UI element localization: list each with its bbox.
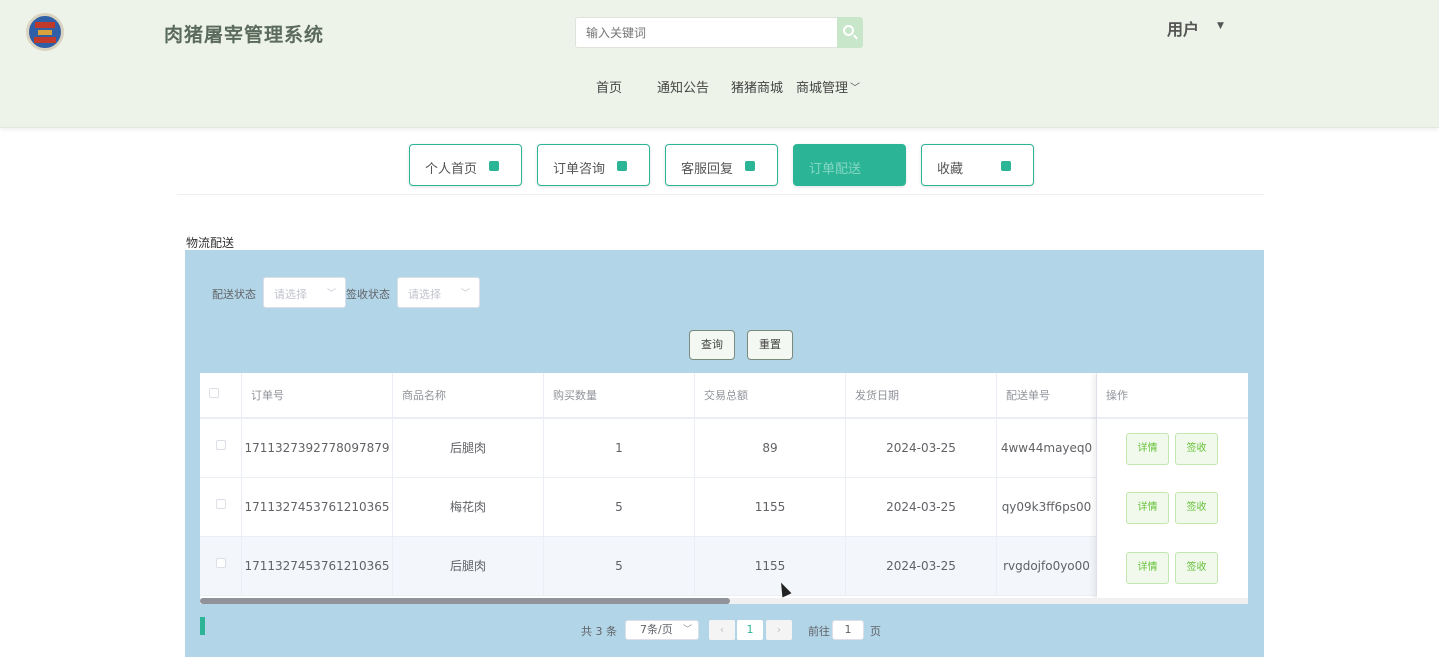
query-button[interactable]: 查询 xyxy=(689,330,735,360)
reset-button[interactable]: 重置 xyxy=(747,330,793,360)
detail-button[interactable]: 详情 xyxy=(1126,433,1169,465)
row-checkbox[interactable] xyxy=(216,558,226,568)
cell-ship-date: 2024-03-25 xyxy=(846,478,997,537)
detail-button[interactable]: 详情 xyxy=(1126,492,1169,524)
goto-page-input[interactable]: 1 xyxy=(832,620,864,640)
accent-bar xyxy=(200,617,205,635)
page-size-select[interactable]: 7条/页 ﹀ xyxy=(625,620,699,640)
col-header-quantity: 购买数量 xyxy=(544,373,695,419)
cell-total: 89 xyxy=(695,419,846,478)
header-checkbox-cell xyxy=(200,373,242,419)
col-header-tracking-no: 配送单号 xyxy=(997,373,1097,419)
table-row xyxy=(200,419,242,478)
col-header-actions: 操作 xyxy=(1097,373,1248,419)
logo-icon xyxy=(26,13,64,51)
nav-item-shop-manage[interactable]: 商城管理 xyxy=(796,77,848,96)
chevron-down-icon: ﹀ xyxy=(682,625,692,635)
select-all-checkbox[interactable] xyxy=(209,388,219,398)
detail-button[interactable]: 详情 xyxy=(1126,552,1169,584)
pagination-total: 共 3 条 xyxy=(581,625,617,638)
col-header-ship-date: 发货日期 xyxy=(846,373,997,419)
page-number-current[interactable]: 1 xyxy=(737,620,763,640)
tab-service-reply[interactable]: 客服回复 xyxy=(665,144,778,186)
tab-order-consult[interactable]: 订单咨询 xyxy=(537,144,650,186)
row-checkbox[interactable] xyxy=(216,499,226,509)
nav-item-shop[interactable]: 猪猪商城 xyxy=(731,77,783,96)
row-checkbox[interactable] xyxy=(216,440,226,450)
cell-ship-date: 2024-03-25 xyxy=(846,537,997,596)
table-row xyxy=(200,537,242,596)
page-size-value: 7条/页 xyxy=(640,623,673,636)
nav-item-home[interactable]: 首页 xyxy=(596,77,622,96)
home-icon xyxy=(745,161,755,171)
col-header-total: 交易总额 xyxy=(695,373,846,419)
filter-label-delivery: 配送状态 xyxy=(212,288,256,301)
chevron-down-icon: ﹀ xyxy=(460,289,470,299)
col-header-product: 商品名称 xyxy=(393,373,544,419)
cell-total: 1155 xyxy=(695,478,846,537)
sign-button[interactable]: 签收 xyxy=(1175,492,1218,524)
nav-item-notices[interactable]: 通知公告 xyxy=(657,77,709,96)
tab-label: 收藏 xyxy=(937,162,964,177)
table-row xyxy=(200,478,242,537)
select-placeholder: 请选择 xyxy=(408,288,441,301)
actions-column: 操作 详情 签收 详情 签收 详情 签收 xyxy=(1097,373,1248,603)
cell-tracking-no: rvgdojfo0yo00 xyxy=(997,537,1097,596)
sign-button[interactable]: 签收 xyxy=(1175,433,1218,465)
section-title: 物流配送 xyxy=(186,236,235,250)
user-menu[interactable]: 用户 xyxy=(1167,16,1199,40)
cell-quantity: 1 xyxy=(544,419,695,478)
cell-product: 后腿肉 xyxy=(393,537,544,596)
sign-button[interactable]: 签收 xyxy=(1175,552,1218,584)
tab-personal-home[interactable]: 个人首页 xyxy=(409,144,522,186)
filter-label-sign: 签收状态 xyxy=(346,288,390,301)
tab-label: 个人首页 xyxy=(425,162,478,177)
home-icon xyxy=(489,161,499,171)
col-header-order-no: 订单号 xyxy=(242,373,393,419)
site-title: 肉猪屠宰管理系统 xyxy=(164,24,325,46)
tab-label: 订单配送 xyxy=(809,162,862,177)
tab-label: 订单咨询 xyxy=(553,162,606,177)
cell-order-no: 1711327392778097879 xyxy=(242,419,393,478)
chevron-down-icon: ﹀ xyxy=(326,289,336,299)
tab-label: 客服回复 xyxy=(681,162,734,177)
cell-total: 1155 xyxy=(695,537,846,596)
select-placeholder: 请选择 xyxy=(274,288,307,301)
cell-product: 后腿肉 xyxy=(393,419,544,478)
tab-order-delivery[interactable]: 订单配送 xyxy=(793,144,906,186)
orders-table: 订单号 商品名称 购买数量 交易总额 发货日期 配送单号 17113273927… xyxy=(200,373,1248,603)
caret-down-icon[interactable]: ▼ xyxy=(1217,21,1224,31)
cell-tracking-no: 4ww44mayeq0 xyxy=(997,419,1097,478)
cell-product: 梅花肉 xyxy=(393,478,544,537)
search-button[interactable] xyxy=(837,17,863,48)
next-page-button[interactable]: › xyxy=(766,620,792,640)
cell-tracking-no: qy09k3ff6ps00 xyxy=(997,478,1097,537)
chevron-down-icon[interactable]: ﹀ xyxy=(850,79,860,94)
scrollbar-thumb[interactable] xyxy=(200,598,730,604)
home-icon xyxy=(617,161,627,171)
tab-favorites[interactable]: 收藏 xyxy=(921,144,1034,186)
sign-status-select[interactable]: 请选择 ﹀ xyxy=(397,277,480,308)
cell-quantity: 5 xyxy=(544,537,695,596)
goto-label: 前往 xyxy=(808,625,830,638)
home-icon xyxy=(1001,161,1011,171)
divider xyxy=(177,194,1264,195)
cell-quantity: 5 xyxy=(544,478,695,537)
cell-order-no: 1711327453761210365 xyxy=(242,537,393,596)
page-suffix: 页 xyxy=(870,625,881,638)
search-input[interactable] xyxy=(575,17,837,48)
cell-order-no: 1711327453761210365 xyxy=(242,478,393,537)
delivery-status-select[interactable]: 请选择 ﹀ xyxy=(263,277,346,308)
prev-page-button[interactable]: ‹ xyxy=(709,620,735,640)
cell-ship-date: 2024-03-25 xyxy=(846,419,997,478)
